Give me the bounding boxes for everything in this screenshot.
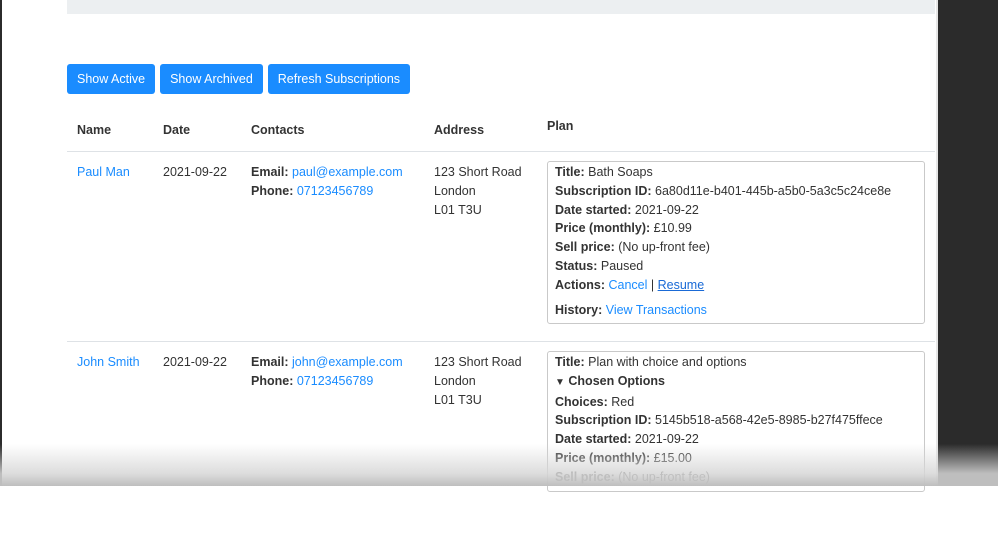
refresh-subscriptions-button[interactable]: Refresh Subscriptions — [267, 64, 411, 94]
header-address: Address — [434, 123, 485, 137]
resume-subscription-link[interactable]: Resume — [658, 278, 705, 292]
choices-label: Choices: — [555, 394, 608, 409]
email-link[interactable]: john@example.com — [292, 355, 403, 369]
chosen-options-toggle[interactable]: ▼ Chosen Options — [555, 372, 917, 393]
subscription-id: 5145b518-a568-42e5-8985-b27f475ffece — [655, 413, 883, 428]
address-line: London — [434, 184, 476, 198]
show-active-button[interactable]: Show Active — [67, 64, 156, 94]
sell-price-label: Sell price: — [555, 240, 615, 255]
top-banner-area — [67, 0, 935, 14]
subscription-id: 6a80d11e-b401-445b-a5b0-5a3c5c24ce8e — [655, 183, 892, 198]
email-label: Email: — [251, 165, 289, 179]
phone-link[interactable]: 07123456789 — [297, 374, 373, 388]
status-label: Status: — [555, 258, 598, 273]
date-started-label: Date started: — [555, 432, 632, 447]
contacts-cell: Email: john@example.com Phone: 071234567… — [251, 353, 403, 391]
date-started: 2021-09-22 — [634, 432, 699, 447]
header-plan: Plan — [547, 119, 574, 133]
sell-price: (No up-front fee) — [618, 469, 710, 484]
plan-cell: Title: Plan with choice and options ▼ Ch… — [547, 351, 925, 492]
address-line: 123 Short Road — [434, 355, 522, 369]
subscriptions-table: Name Date Contacts Address Plan Paul Man… — [67, 110, 935, 542]
actions-separator: | — [650, 277, 655, 292]
header-date: Date — [163, 123, 191, 137]
chosen-options-label: Chosen Options — [568, 373, 665, 388]
table-row: John Smith 2021-09-22 Email: john@exampl… — [67, 342, 935, 542]
address-line: 123 Short Road — [434, 165, 522, 179]
address-line: L01 T3U — [434, 393, 482, 407]
sell-price: (No up-front fee) — [618, 240, 710, 255]
subscription-toolbar: Show Active Show Archived Refresh Subscr… — [67, 64, 411, 94]
address-cell: 123 Short Road London L01 T3U — [434, 163, 522, 220]
show-archived-button[interactable]: Show Archived — [160, 64, 263, 94]
contacts-cell: Email: paul@example.com Phone: 071234567… — [251, 163, 403, 201]
customer-name-cell: Paul Man — [77, 163, 130, 182]
price: £10.99 — [653, 221, 692, 236]
price-label: Price (monthly): — [555, 221, 651, 236]
customer-name-cell: John Smith — [77, 353, 140, 372]
plan-title-label: Title: — [555, 355, 585, 369]
date-cell: 2021-09-22 — [163, 355, 227, 369]
header-name: Name — [77, 123, 112, 137]
plan-cell: Title: Bath Soaps Subscription ID: 6a80d… — [547, 161, 925, 325]
plan-title: Plan with choice and options — [588, 355, 747, 369]
phone-label: Phone: — [251, 374, 294, 388]
history-label: History: — [555, 302, 603, 317]
subscription-id-label: Subscription ID: — [555, 183, 652, 198]
table-row: Paul Man 2021-09-22 Email: paul@example.… — [67, 152, 935, 342]
address-cell: 123 Short Road London L01 T3U — [434, 353, 522, 410]
subscription-id-label: Subscription ID: — [555, 413, 652, 428]
plan-details-box: Title: Bath Soaps Subscription ID: 6a80d… — [547, 161, 925, 325]
date-cell: 2021-09-22 — [163, 165, 227, 179]
triangle-down-icon: ▼ — [555, 376, 565, 388]
customer-name-link[interactable]: John Smith — [77, 355, 140, 369]
plan-details-box: Title: Plan with choice and options ▼ Ch… — [547, 351, 925, 492]
plan-title-label: Title: — [555, 165, 585, 179]
price-label: Price (monthly): — [555, 450, 651, 465]
phone-link[interactable]: 07123456789 — [297, 184, 373, 198]
window-frame-left — [0, 0, 2, 486]
email-label: Email: — [251, 355, 289, 369]
date-started-label: Date started: — [555, 202, 632, 217]
status-value: Paused — [600, 258, 644, 273]
sell-price-label: Sell price: — [555, 469, 615, 484]
choices-value: Red — [611, 394, 635, 409]
view-transactions-link[interactable]: View Transactions — [606, 303, 707, 317]
actions-label: Actions: — [555, 277, 605, 292]
address-line: London — [434, 374, 476, 388]
price: £15.00 — [653, 450, 692, 465]
date-started: 2021-09-22 — [634, 202, 699, 217]
customer-name-link[interactable]: Paul Man — [77, 165, 130, 179]
address-line: L01 T3U — [434, 203, 482, 217]
plan-title: Bath Soaps — [588, 165, 653, 179]
window-frame-right — [938, 0, 998, 486]
email-link[interactable]: paul@example.com — [292, 165, 403, 179]
phone-label: Phone: — [251, 184, 294, 198]
cancel-subscription-link[interactable]: Cancel — [608, 278, 647, 292]
header-contacts: Contacts — [251, 123, 305, 137]
table-header: Name Date Contacts Address Plan — [67, 110, 935, 152]
